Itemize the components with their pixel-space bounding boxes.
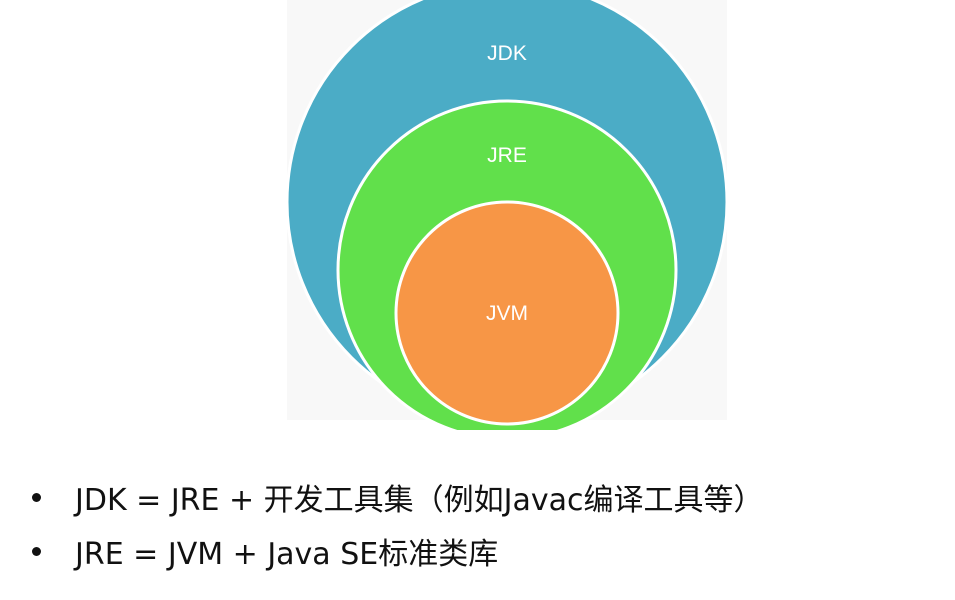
jdk-definition-text: JDK = JRE + 开发工具集（例如Javac编译工具等） bbox=[75, 483, 764, 518]
jvm-label: JVM bbox=[486, 302, 528, 325]
jre-definition-text: JRE = JVM + Java SE标准类库 bbox=[75, 537, 499, 572]
bullet-icon bbox=[32, 492, 41, 502]
list-item-jdk-definition: JDK = JRE + 开发工具集（例如Javac编译工具等） bbox=[32, 470, 764, 524]
jdk-label: JDK bbox=[487, 42, 527, 65]
list-item-jre-definition: JRE = JVM + Java SE标准类库 bbox=[32, 524, 764, 578]
jre-label: JRE bbox=[487, 144, 527, 167]
nested-circles-diagram: JDK JRE JVM bbox=[285, 0, 729, 430]
bullet-icon bbox=[32, 546, 41, 556]
definition-list: JDK = JRE + 开发工具集（例如Javac编译工具等） JRE = JV… bbox=[32, 470, 764, 578]
